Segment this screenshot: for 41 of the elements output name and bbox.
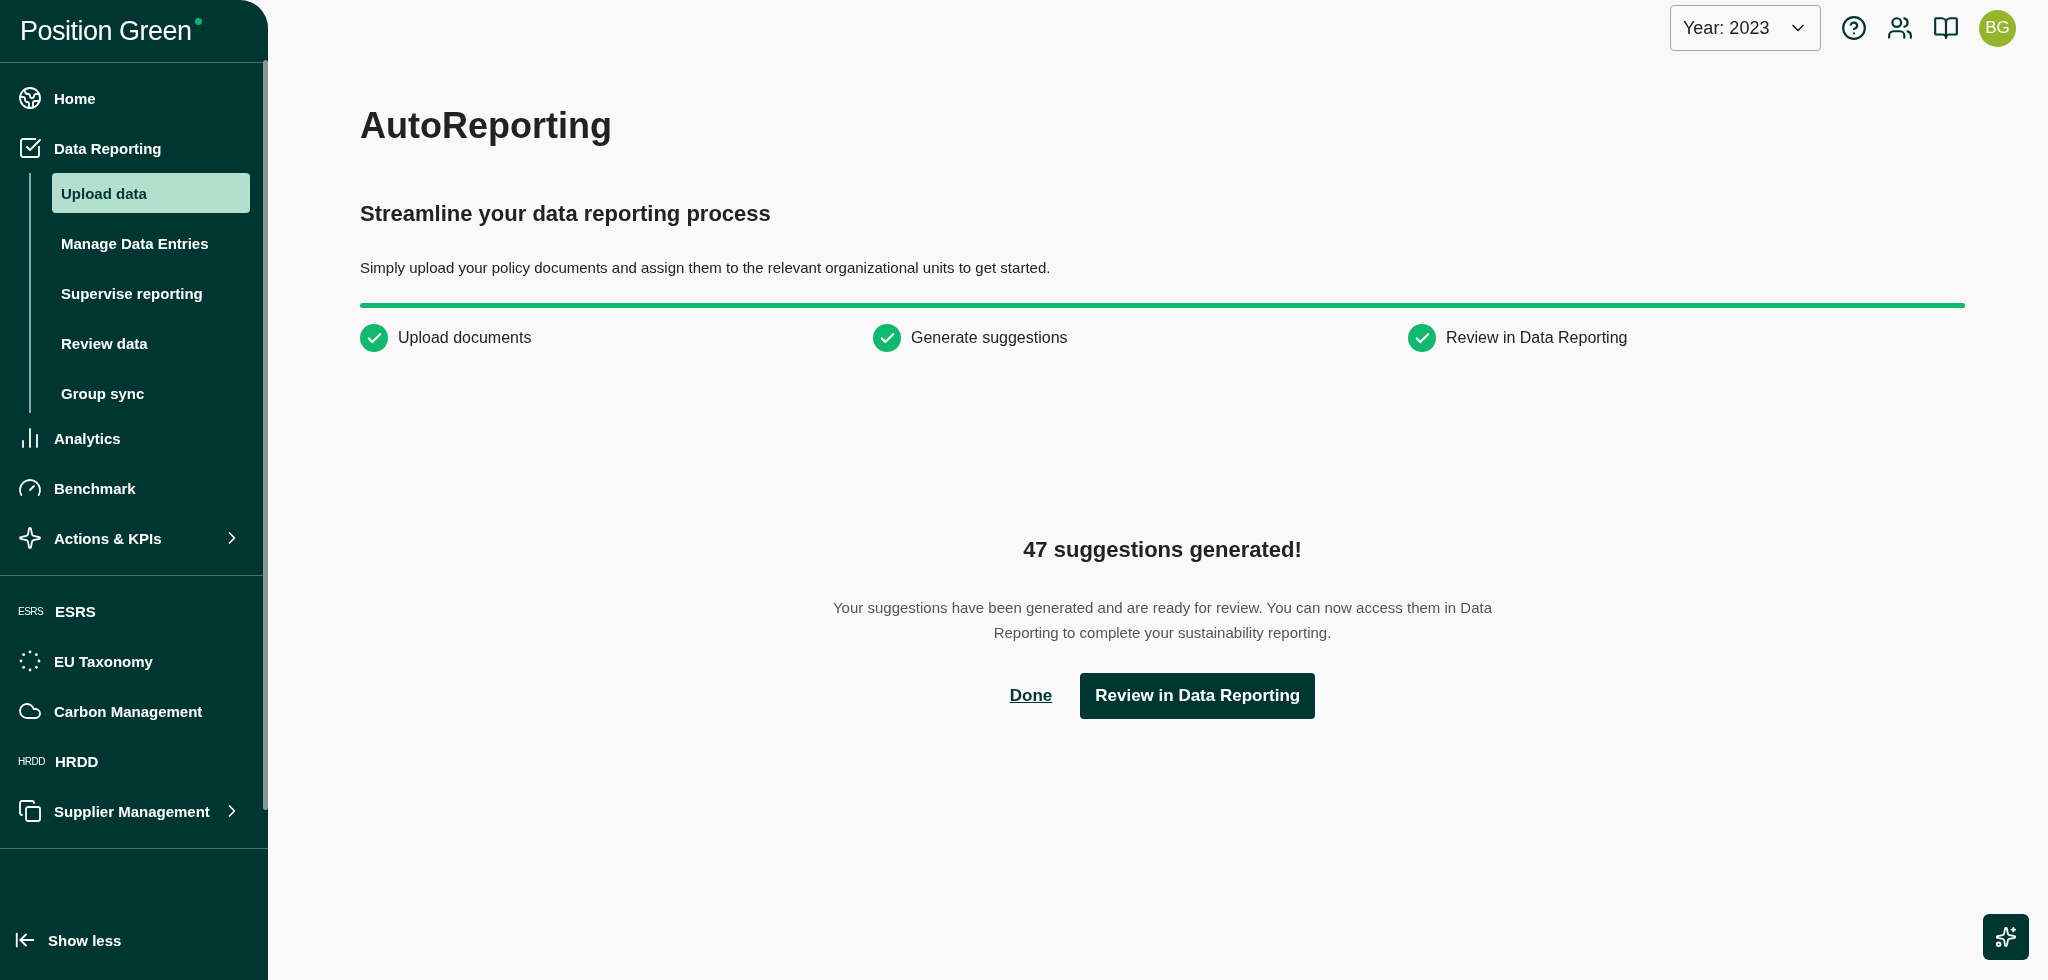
review-button[interactable]: Review in Data Reporting [1080, 673, 1316, 719]
stars-circle-icon [18, 649, 42, 673]
step-label: Generate suggestions [911, 329, 1068, 347]
nav-item[interactable]: Carbon Management [0, 686, 260, 736]
nav-subitem[interactable]: Group sync [52, 373, 250, 413]
done-link[interactable]: Done [1009, 686, 1053, 706]
scrollbar[interactable] [263, 60, 268, 810]
result-text: Your suggestions have been generated and are ready for review. You can now access them in Data Reporting to complete your sustainability reporting. [831, 598, 1494, 643]
nav-item[interactable]: Home [0, 73, 260, 123]
sparkle-icon [18, 526, 42, 550]
result-heading: 47 suggestions generated! [1023, 537, 1302, 563]
section-title: Streamline your data reporting process [360, 201, 772, 227]
nav-subitem[interactable]: Manage Data Entries [52, 223, 250, 263]
year-select[interactable]: Year: 2023 [1670, 5, 1821, 51]
sparkles-button[interactable] [1983, 914, 2029, 960]
book-icon[interactable] [1933, 15, 1959, 41]
nav-item[interactable]: Analytics [0, 413, 260, 463]
step-label: Review in Data Reporting [1446, 329, 1628, 347]
nav-item[interactable]: Supplier Management [0, 786, 260, 836]
nav-subitem[interactable]: Review data [52, 323, 250, 363]
nav-item[interactable]: Benchmark [0, 463, 260, 513]
step-label: Upload documents [398, 329, 532, 347]
nav-item[interactable]: Data Reporting [0, 123, 260, 173]
nav-icon-label: ESRS [18, 605, 43, 617]
globe-icon [18, 86, 42, 110]
page-title: AutoReporting [360, 105, 613, 147]
nav-subitem[interactable]: Upload data [52, 173, 250, 213]
logo: Position Green [20, 15, 202, 47]
nav-item[interactable]: HRDD HRDD [0, 736, 260, 786]
help-icon[interactable] [1841, 15, 1867, 41]
show-less-link[interactable]: Show less [0, 910, 268, 980]
nav-subitem[interactable]: Supervise reporting [52, 273, 250, 313]
nav-item[interactable]: Actions & KPIs [0, 513, 260, 563]
nav-icon-label: HRDD [18, 755, 43, 767]
nav-item[interactable]: EU Taxonomy [0, 636, 260, 686]
checklist-icon [18, 136, 42, 160]
copy-icon [18, 799, 42, 823]
sparkles-icon [1995, 926, 2017, 948]
nav-item[interactable]: ESRS ESRS [0, 586, 260, 636]
description: Simply upload your policy documents and assign them to the relevant organizational units to get started. [360, 259, 1052, 276]
users-icon[interactable] [1887, 15, 1913, 41]
